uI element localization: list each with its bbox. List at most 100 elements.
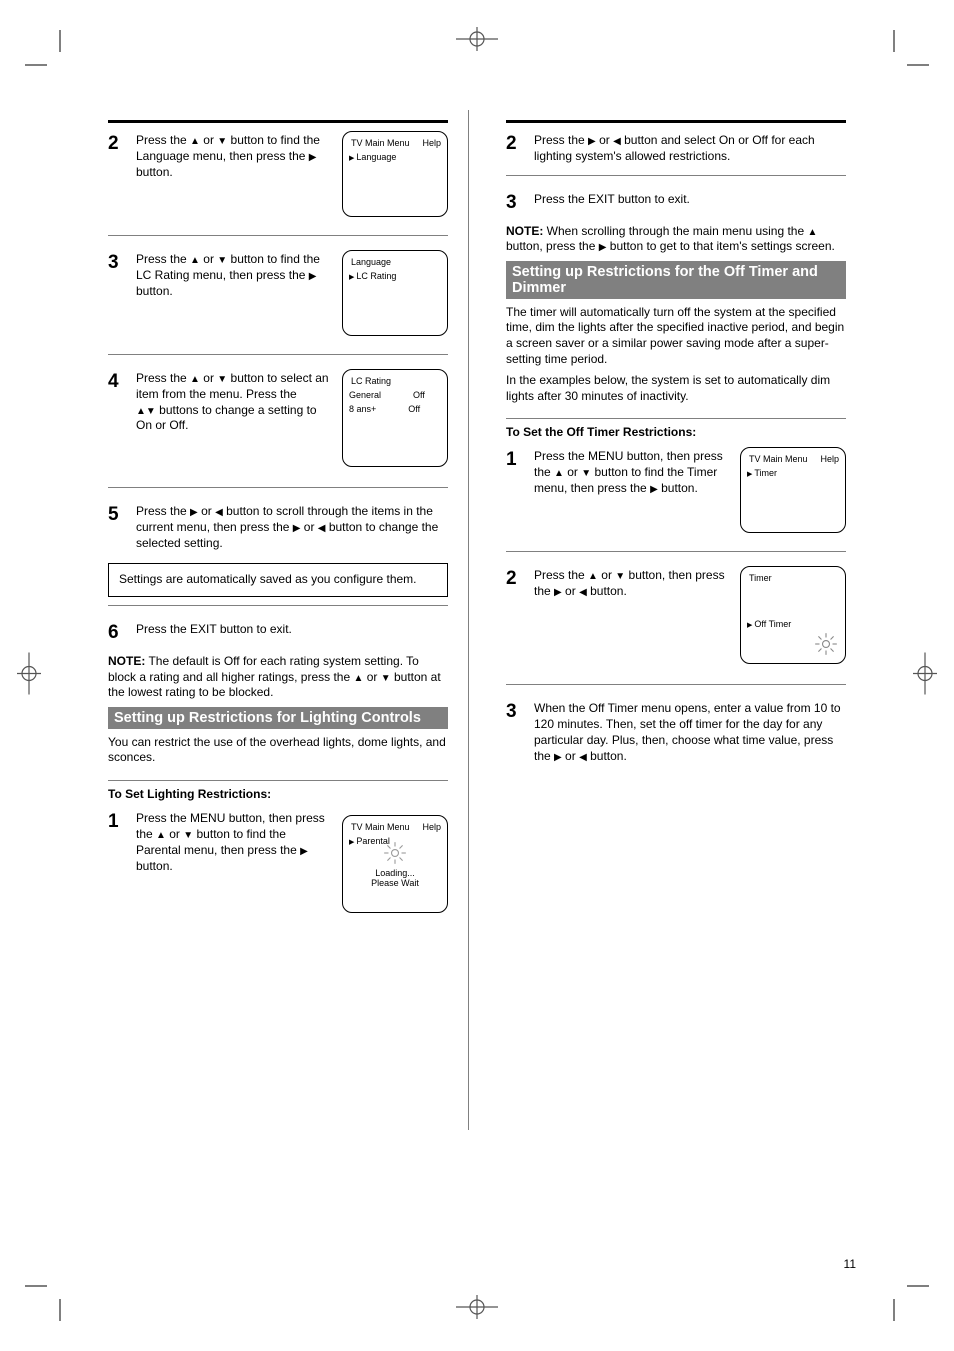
mini-value: Off <box>408 404 420 414</box>
selector-icon <box>747 468 752 478</box>
up-arrow-icon <box>156 827 166 841</box>
step-number: 2 <box>506 568 526 600</box>
up-arrow-icon <box>190 133 200 147</box>
step-number: 1 <box>506 449 526 496</box>
step-number: 3 <box>506 701 526 764</box>
mini-item: Language <box>356 152 396 162</box>
mini-item: LC Rating <box>356 271 396 281</box>
step-number: 3 <box>506 192 526 214</box>
right-arrow-icon <box>554 584 562 598</box>
mini-title: TV Main Menu <box>351 138 410 148</box>
mini-item: Off Timer <box>754 619 791 629</box>
mini-title: TV Main Menu <box>351 822 410 832</box>
step-text: Press the EXIT button to exit. <box>534 192 846 214</box>
sun-icon <box>813 631 839 657</box>
mini-screen: Timer Off Timer <box>740 566 846 664</box>
down-arrow-icon <box>615 568 625 582</box>
up-arrow-icon <box>808 224 818 238</box>
section-header: Setting up Restrictions for the Off Time… <box>506 261 846 299</box>
section-description: You can restrict the use of the overhead… <box>108 735 448 766</box>
step-text: Press the or button and select On or Off… <box>534 133 846 165</box>
right-arrow-icon <box>309 149 317 163</box>
mini-help: Help <box>422 822 441 832</box>
step-number: 1 <box>108 811 128 874</box>
mini-title: TV Main Menu <box>749 454 808 464</box>
loading-text: Loading... Please Wait <box>369 868 421 888</box>
column-divider <box>468 110 469 1130</box>
mini-help: Help <box>422 138 441 148</box>
up-arrow-icon <box>353 670 363 684</box>
down-arrow-icon <box>217 252 227 266</box>
down-arrow-icon <box>217 371 227 385</box>
section-header: Setting up Restrictions for Lighting Con… <box>108 707 448 729</box>
mini-screen: TV Main MenuHelp Parental Loading... Ple… <box>342 815 448 913</box>
crop-mark-icon <box>25 1271 75 1321</box>
left-arrow-icon <box>318 520 326 534</box>
mini-value: Off <box>413 390 425 400</box>
right-arrow-icon <box>554 749 562 763</box>
left-arrow-icon <box>579 749 587 763</box>
section-description: The timer will automatically turn off th… <box>506 305 846 367</box>
note-text: NOTE: When scrolling through the main me… <box>506 224 846 255</box>
registration-mark-icon <box>14 652 44 699</box>
step-3: 3 When the Off Timer menu opens, enter a… <box>506 691 846 768</box>
left-arrow-icon <box>215 504 223 518</box>
selector-icon <box>349 836 354 846</box>
mini-screen: TV Main Menu Help Language <box>342 131 448 217</box>
registration-mark-icon <box>456 1292 498 1327</box>
mini-title: LC Rating <box>351 376 391 386</box>
step-number: 6 <box>108 622 128 644</box>
page-number: 11 <box>844 1257 856 1271</box>
mini-title: Language <box>351 257 391 267</box>
selector-icon <box>349 271 354 281</box>
page-content: 2 Press the or button to find the Langua… <box>108 120 846 1231</box>
mini-item: 8 ans+ <box>349 404 376 414</box>
up-arrow-icon <box>136 403 146 417</box>
up-arrow-icon <box>190 371 200 385</box>
crop-mark-icon <box>879 1271 929 1321</box>
up-arrow-icon <box>554 465 564 479</box>
step-6: 6 Press the EXIT button to exit. <box>108 612 448 648</box>
selector-icon <box>349 152 354 162</box>
mini-item: Timer <box>754 468 777 478</box>
step-number: 4 <box>108 371 128 434</box>
mini-screen: Language LC Rating <box>342 250 448 336</box>
step-2: 2 Press the or button and select On or O… <box>506 123 846 169</box>
subsection-title: To Set Lighting Restrictions: <box>108 787 448 801</box>
right-arrow-icon <box>190 504 198 518</box>
loading-icon <box>382 840 408 866</box>
mini-screen: TV Main Menu Help Timer <box>740 447 846 533</box>
up-arrow-icon <box>588 568 598 582</box>
mini-help: Help <box>820 454 839 464</box>
note-text: NOTE: The default is Off for each rating… <box>108 654 448 701</box>
step-number: 2 <box>108 133 128 180</box>
note-label: NOTE: <box>506 224 543 238</box>
step-text: Press the EXIT button to exit. <box>136 622 448 644</box>
note-label: NOTE: <box>108 654 145 668</box>
step-3: 3 Press the EXIT button to exit. <box>506 182 846 218</box>
down-arrow-icon <box>581 465 591 479</box>
config-note-box: Settings are automatically saved as you … <box>108 563 448 597</box>
left-arrow-icon <box>613 133 621 147</box>
mini-screen: LC Rating General Off 8 ans+ Off <box>342 369 448 467</box>
down-arrow-icon <box>146 403 156 417</box>
right-arrow-icon <box>300 843 308 857</box>
up-arrow-icon <box>190 252 200 266</box>
down-arrow-icon <box>183 827 193 841</box>
step-number: 5 <box>108 504 128 551</box>
crop-mark-icon <box>879 30 929 80</box>
mini-item: General <box>349 390 381 400</box>
step-text: Press the or button to scroll through th… <box>136 504 448 551</box>
down-arrow-icon <box>217 133 227 147</box>
left-arrow-icon <box>579 584 587 598</box>
right-arrow-icon <box>588 133 596 147</box>
down-arrow-icon <box>381 670 391 684</box>
crop-mark-icon <box>25 30 75 80</box>
right-arrow-icon <box>650 481 658 495</box>
step-number: 3 <box>108 252 128 299</box>
registration-mark-icon <box>456 24 498 59</box>
right-arrow-icon <box>309 268 317 282</box>
left-column: 2 Press the or button to find the Langua… <box>108 120 448 921</box>
section-description: In the examples below, the system is set… <box>506 373 846 404</box>
mini-title: Timer <box>749 573 772 583</box>
